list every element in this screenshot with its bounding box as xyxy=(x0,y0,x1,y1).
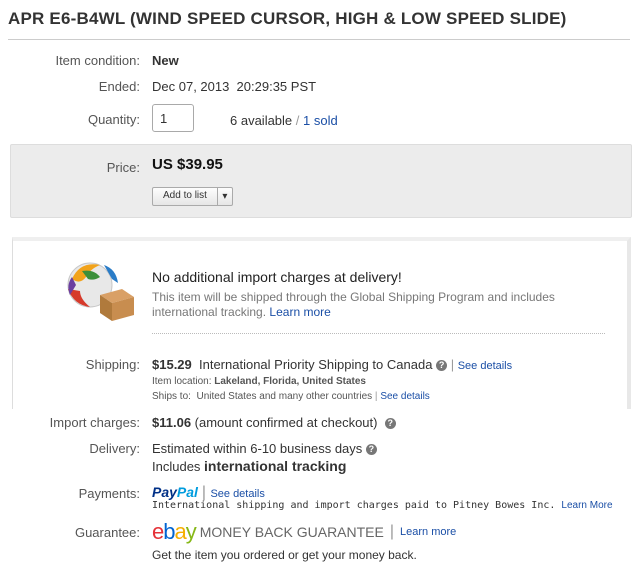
import-charges-label: Import charges: xyxy=(49,415,140,430)
condition-label: Item condition: xyxy=(55,53,140,68)
quantity-label: Quantity: xyxy=(87,112,140,127)
title-divider xyxy=(8,39,630,40)
add-to-list-button[interactable]: Add to list ▾ xyxy=(152,187,233,206)
quantity-availability: 6 available / 1 sold xyxy=(230,113,338,128)
delivery-label: Delivery: xyxy=(89,441,140,456)
shipping-service: International Priority Shipping to Canad… xyxy=(199,357,433,372)
import-charges-cost: $11.06 xyxy=(152,415,192,430)
guarantee-line: ebay MONEY BACK GUARANTEE | Learn more xyxy=(152,519,457,544)
help-icon[interactable]: ? xyxy=(436,360,448,372)
ships-to-value: United States and many other countries xyxy=(196,391,373,402)
gsp-divider xyxy=(152,333,605,334)
gsp-description-block: This item will be shipped through the Gl… xyxy=(152,290,592,320)
paypal-logo: PayPal xyxy=(152,484,198,500)
availability-separator: / xyxy=(295,113,300,128)
ended-value: Dec 07, 2013 20:29:35 PST xyxy=(152,79,317,94)
delivery-includes: Includes xyxy=(152,459,201,474)
shipping-label: Shipping: xyxy=(85,357,140,372)
sold-count-link[interactable]: 1 sold xyxy=(303,113,338,128)
delivery-tracking-line: Includes international tracking xyxy=(152,458,346,474)
condition-value: New xyxy=(152,53,179,68)
payments-note-line: International shipping and import charge… xyxy=(152,500,613,511)
shipping-cost: $15.29 xyxy=(152,357,192,372)
payments-label: Payments: xyxy=(78,486,140,501)
ships-to-label: Ships to: xyxy=(152,391,191,402)
gsp-learn-more-link[interactable]: Learn more xyxy=(269,305,330,319)
import-charges-note: (amount confirmed at checkout) xyxy=(194,415,378,430)
help-icon[interactable]: ? xyxy=(384,418,396,430)
money-back-guarantee: MONEY BACK GUARANTEE xyxy=(199,524,384,540)
guarantee-label: Guarantee: xyxy=(74,525,140,540)
price-value: US $39.95 xyxy=(152,156,223,173)
ships-to-see-details-link[interactable]: See details xyxy=(380,391,429,402)
item-location: Item location: Lakeland, Florida, United… xyxy=(152,376,366,387)
delivery-estimate: Estimated within 6-10 business days xyxy=(152,441,363,456)
import-charges-line: $11.06 (amount confirmed at checkout) ? xyxy=(152,415,396,430)
ebay-logo: ebay xyxy=(152,519,197,544)
quantity-input[interactable]: 1 xyxy=(152,104,194,132)
payments-learn-more-link[interactable]: Learn More xyxy=(561,500,612,511)
dropdown-arrow-icon[interactable]: ▾ xyxy=(218,188,232,205)
add-to-list-label[interactable]: Add to list xyxy=(153,188,218,205)
ships-to: Ships to: United States and many other c… xyxy=(152,391,430,402)
price-label: Price: xyxy=(106,160,140,175)
shipping-line: $15.29 International Priority Shipping t… xyxy=(152,357,513,372)
price-panel xyxy=(10,144,632,218)
shipping-see-details-link[interactable]: See details xyxy=(458,360,512,372)
item-location-label: Item location: xyxy=(152,376,212,387)
delivery-tracking: international tracking xyxy=(204,458,347,474)
delivery-estimate-line: Estimated within 6-10 business days ? xyxy=(152,441,377,456)
help-icon[interactable]: ? xyxy=(365,444,377,456)
global-shipping-globe-box-icon xyxy=(60,255,138,323)
payments-see-details-link[interactable]: See details xyxy=(210,488,264,500)
guarantee-learn-more-link[interactable]: Learn more xyxy=(400,526,456,538)
item-title: APR E6-B4WL (WIND SPEED CURSOR, HIGH & L… xyxy=(8,9,567,28)
guarantee-tagline: Get the item you ordered or get your mon… xyxy=(152,548,417,562)
gsp-headline: No additional import charges at delivery… xyxy=(152,269,402,285)
item-location-value: Lakeland, Florida, United States xyxy=(214,376,366,387)
ended-label: Ended: xyxy=(98,79,140,94)
payments-note: International shipping and import charge… xyxy=(152,500,556,511)
available-count: 6 available xyxy=(230,113,293,128)
gsp-description: This item will be shipped through the Gl… xyxy=(152,290,555,319)
